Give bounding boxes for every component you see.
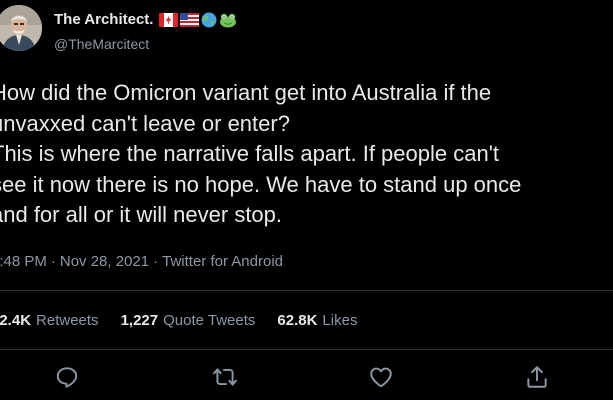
tweet-text-line: How did the Omicron variant get into Aus…	[0, 80, 492, 105]
us-flag-icon	[180, 12, 200, 27]
frog-icon	[220, 13, 237, 27]
tweet-text-line: unvaxxed can't leave or enter?	[0, 110, 290, 136]
tweet-source[interactable]: Twitter for Android	[162, 253, 283, 270]
canada-flag-icon	[159, 12, 179, 27]
tweet-text-line: and for all or it will never stop.	[0, 202, 283, 227]
tweet-meta: 5:48 PM·Nov 28, 2021·Twitter for Android	[0, 253, 283, 270]
quote-tweets-label: Quote Tweets	[163, 312, 256, 329]
globe-icon	[201, 12, 217, 27]
author-handle[interactable]: @TheMarcitect	[54, 36, 149, 52]
tweet-stats: 22.4KRetweets 1,227Quote Tweets 62.8KLik…	[0, 312, 357, 329]
likes-label: Likes	[322, 312, 358, 329]
tweet-actions	[0, 364, 613, 392]
tweet-text-line: This is where the narrative falls apart.…	[0, 141, 500, 166]
divider	[0, 290, 613, 291]
tweet-text-line: see it now there is no hope. We have to …	[0, 171, 522, 197]
retweets-label: Retweets	[36, 312, 99, 329]
tweet-text: How did the Omicron variant get into Aus…	[0, 78, 613, 231]
likes-count: 62.8K	[277, 312, 318, 329]
display-name-text: The Architect.	[54, 11, 154, 28]
avatar-image	[0, 5, 42, 51]
author-display-name[interactable]: The Architect.	[54, 11, 237, 28]
tweet-time[interactable]: 5:48 PM	[0, 253, 47, 270]
likes-stat[interactable]: 62.8K Likes	[277, 312, 357, 329]
divider	[0, 349, 613, 350]
retweet-icon[interactable]	[212, 364, 238, 390]
quote-tweets-stat[interactable]: 1,227 Quote Tweets	[121, 312, 256, 329]
name-emojis	[159, 12, 237, 28]
reply-icon[interactable]	[54, 364, 80, 390]
share-icon[interactable]	[524, 364, 550, 390]
retweets-stat[interactable]: 22.4KRetweets	[0, 312, 99, 329]
meta-separator: ·	[153, 253, 159, 270]
retweets-count: 22.4K	[0, 312, 32, 329]
quote-tweets-count: 1,227	[120, 312, 159, 329]
meta-separator: ·	[50, 253, 56, 270]
avatar[interactable]	[0, 5, 42, 51]
like-icon[interactable]	[368, 364, 394, 390]
tweet-date[interactable]: Nov 28, 2021	[60, 253, 149, 270]
